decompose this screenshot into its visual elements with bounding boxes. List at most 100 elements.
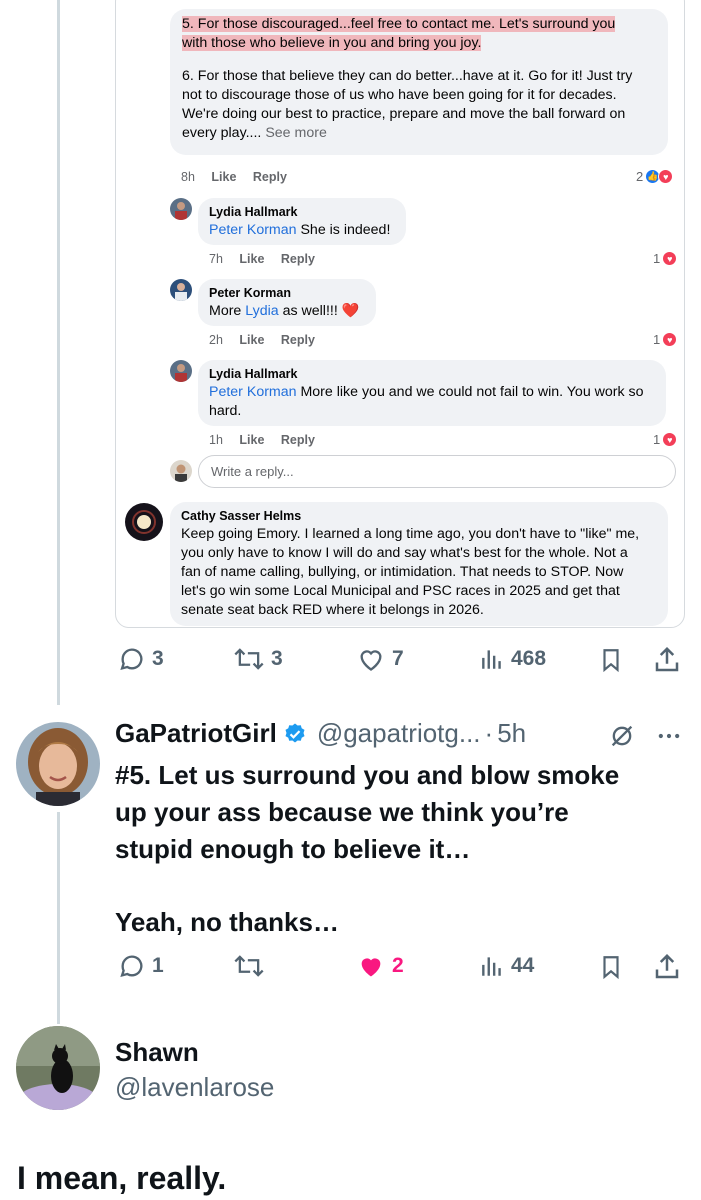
comment-time: 8h (181, 170, 195, 184)
comment-text-line: 6. For those that believe they can do be… (182, 68, 633, 84)
reaction-count[interactable]: 1 ♥ (653, 332, 678, 347)
avatar-gapatriotgirl[interactable] (16, 722, 100, 806)
comment-meta: 8h Like Reply (181, 170, 300, 184)
grok-icon[interactable] (608, 722, 636, 755)
reply-link[interactable]: Reply (281, 433, 315, 447)
thread-line-top (57, 0, 60, 705)
share-button[interactable] (652, 952, 682, 982)
reply-author-handle[interactable]: @lavenlarose (115, 1072, 274, 1103)
reply-icon (120, 648, 143, 670)
tweet-timestamp[interactable]: 5h (497, 718, 526, 749)
comment-text-line: fan of name calling, bullying, or intimi… (181, 564, 624, 580)
bookmark-icon (603, 956, 619, 980)
mention-link[interactable]: Peter Korman (209, 384, 297, 400)
share-button[interactable] (652, 645, 682, 675)
love-reaction-icon: ♥ (662, 332, 678, 347)
share-icon (655, 646, 679, 672)
reply-bubble: Lydia Hallmark Peter Korman More like yo… (198, 360, 666, 426)
comment-author[interactable]: Cathy Sasser Helms (181, 508, 657, 525)
reply-count: 3 (152, 647, 164, 670)
reply-link[interactable]: Reply (253, 170, 287, 184)
reply-time: 7h (209, 252, 223, 266)
retweet-count: 3 (271, 647, 283, 670)
reply-text: She is indeed! (296, 222, 391, 238)
reaction-count[interactable]: 1 ♥ (653, 251, 678, 266)
reply-button[interactable]: 3 (118, 645, 164, 673)
reply-link[interactable]: Reply (281, 252, 315, 266)
mention-link[interactable]: Peter Korman (209, 222, 297, 238)
retweet-icon (234, 648, 264, 670)
tweet-text-line: up your ass because we think you’re (115, 797, 569, 827)
more-options-icon[interactable] (655, 722, 683, 755)
reply-icon (120, 955, 143, 977)
heart-emoji: ❤️ (341, 303, 360, 319)
bookmark-button[interactable] (598, 952, 624, 982)
tweet-body: #5. Let us surround you and blow smoke u… (115, 757, 685, 941)
reply-tweet-text: I mean, really. (17, 1160, 227, 1196)
tweet-header: GaPatriotGirl @gapatriotg... · 5h (115, 718, 526, 749)
reply-time: 2h (209, 333, 223, 347)
reply-text: hard. (209, 403, 242, 419)
like-link[interactable]: Like (239, 333, 264, 347)
comment-text-line: We're doing our best to practice, prepar… (182, 106, 626, 122)
heart-outline-icon (360, 650, 382, 671)
mention-link[interactable]: Lydia (245, 303, 278, 319)
cathy-comment-bubble: Cathy Sasser Helms Keep going Emory. I l… (170, 502, 668, 626)
comment-text-line: not to discourage those of us who have b… (182, 87, 617, 103)
bookmark-button[interactable] (598, 645, 624, 675)
reply-bubble: Peter Korman More Lydia as well!!! ❤️ (198, 279, 376, 326)
views-count: 468 (511, 647, 547, 670)
reaction-count[interactable]: 1 ♥ (653, 432, 678, 447)
love-reaction-icon: ♥ (662, 251, 678, 266)
reaction-number: 1 (653, 432, 661, 447)
embedded-facebook-screenshot[interactable]: 5. For those discouraged...feel free to … (115, 0, 685, 628)
retweet-button[interactable]: 3 (233, 645, 283, 673)
highlighted-text: with those who believe in you and bring … (182, 35, 482, 51)
comment-text-line: senate seat back RED where it belongs in… (181, 602, 484, 618)
like-link[interactable]: Like (211, 170, 236, 184)
like-count: 2 (392, 954, 404, 977)
like-button[interactable]: 7 (356, 645, 404, 673)
avatar-lydia[interactable] (170, 360, 192, 382)
verified-badge-icon (283, 722, 307, 746)
like-button[interactable]: 2 (356, 952, 404, 980)
reply-author-name[interactable]: Shawn (115, 1037, 199, 1068)
reply-bubble: Lydia Hallmark Peter Korman She is indee… (198, 198, 406, 245)
like-link[interactable]: Like (239, 252, 264, 266)
reaction-count[interactable]: 2 👍 ♥ (636, 169, 674, 184)
tweet-author-name[interactable]: GaPatriotGirl (115, 718, 277, 749)
reply-time: 1h (209, 433, 223, 447)
main-comment-bubble: 5. For those discouraged...feel free to … (170, 9, 668, 155)
reaction-number: 1 (653, 332, 661, 347)
comment-text-line: you only have to know I will do and say … (181, 545, 628, 561)
reaction-number: 2 (636, 169, 644, 184)
retweet-button[interactable] (233, 952, 271, 980)
reply-button[interactable]: 1 (118, 952, 164, 980)
views-button[interactable]: 44 (479, 952, 534, 980)
reply-link[interactable]: Reply (281, 333, 315, 347)
reply-author[interactable]: Lydia Hallmark (209, 204, 395, 221)
avatar-cathy[interactable] (125, 503, 163, 541)
reply-author[interactable]: Peter Korman (209, 285, 365, 302)
avatar-lydia[interactable] (170, 198, 192, 220)
reply-text: More like you and we could not fail to w… (296, 384, 644, 400)
thread-line-middle (57, 812, 60, 1024)
separator-dot: · (484, 718, 494, 748)
tweet-text-line: Yeah, no thanks… (115, 907, 339, 937)
reply-author[interactable]: Lydia Hallmark (209, 366, 655, 383)
views-count: 44 (511, 954, 535, 977)
reply-meta: 7h Like Reply (209, 252, 328, 266)
avatar-shawn[interactable] (16, 1026, 100, 1110)
bookmark-icon (603, 649, 619, 673)
write-reply-input[interactable]: Write a reply... (198, 455, 676, 488)
love-reaction-icon: ♥ (662, 432, 678, 447)
avatar-peter[interactable] (170, 279, 192, 301)
like-link[interactable]: Like (239, 433, 264, 447)
see-more-link[interactable]: See more (265, 125, 327, 141)
views-button[interactable]: 468 (479, 645, 546, 673)
comment-text-line: let's go win some Local Municipal and PS… (181, 583, 620, 599)
reaction-number: 1 (653, 251, 661, 266)
tweet-author-handle[interactable]: @gapatriotg... (317, 718, 481, 749)
reply-placeholder: Write a reply... (211, 464, 294, 479)
share-icon (655, 953, 679, 979)
